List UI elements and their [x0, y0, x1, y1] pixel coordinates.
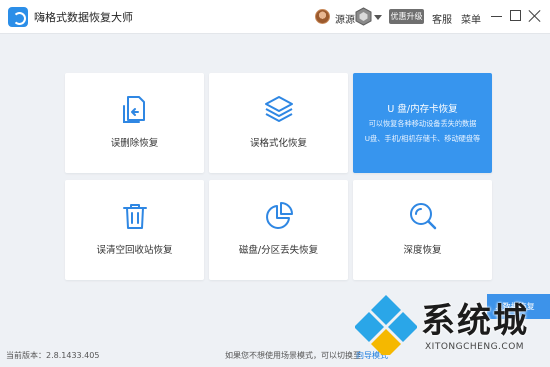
app-title: 嗨格式数据恢复大师 [34, 11, 133, 24]
card-label: 误清空回收站恢复 [96, 245, 173, 256]
customer-service-link[interactable]: 客服 [432, 11, 452, 26]
magnifier-icon [410, 203, 437, 230]
card-recycle-bin-recovery[interactable]: 误清空回收站恢复 [65, 180, 204, 280]
chevron-down-icon[interactable] [374, 15, 382, 20]
card-title: U 盘/内存卡恢复 [387, 104, 458, 115]
card-label: 误删除恢复 [110, 138, 159, 149]
trash-icon [123, 204, 147, 229]
layers-icon [265, 96, 293, 122]
vip-badge-icon[interactable] [355, 7, 372, 26]
watermark: 系统城 XITONGCHENG.COM [355, 289, 550, 367]
watermark-text: 系统城 [421, 301, 529, 341]
watermark-domain: XITONGCHENG.COM [425, 342, 525, 352]
minimize-icon[interactable] [491, 16, 502, 17]
card-partition-recovery[interactable]: 磁盘/分区丢失恢复 [209, 180, 348, 280]
username[interactable]: 源源 [335, 11, 355, 26]
pie-chart-icon [266, 202, 293, 229]
card-deep-recovery[interactable]: 深度恢复 [353, 180, 492, 280]
card-label: 磁盘/分区丢失恢复 [238, 245, 319, 256]
title-bar: 嗨格式数据恢复大师 源源 优惠升级 客服 菜单 [0, 0, 550, 34]
user-avatar[interactable] [315, 9, 330, 24]
card-label: 深度恢复 [403, 245, 442, 256]
close-icon[interactable] [528, 9, 542, 23]
file-restore-icon [123, 96, 145, 123]
maximize-icon[interactable] [510, 10, 521, 21]
menu-link[interactable]: 菜单 [461, 11, 481, 26]
card-label: 误格式化恢复 [249, 138, 307, 149]
upgrade-button[interactable]: 优惠升级 [389, 9, 424, 24]
card-description: 可以恢复各种移动设备丢失的数据 [368, 119, 477, 128]
watermark-logo-icon [355, 295, 417, 355]
card-deleted-recovery[interactable]: 误删除恢复 [65, 73, 204, 173]
card-usb-recovery[interactable]: U 盘/内存卡恢复 可以恢复各种移动设备丢失的数据 U盘、手机/相机存储卡、移动… [353, 73, 492, 173]
card-format-recovery[interactable]: 误格式化恢复 [209, 73, 348, 173]
mode-switch-hint: 如果您不想使用场景模式，可以切换至 [225, 351, 361, 360]
app-logo-icon [8, 7, 28, 27]
version-label: 当前版本：2.8.1433.405 [6, 351, 100, 360]
card-description: U盘、手机/相机存储卡、移动硬盘等 [364, 134, 481, 143]
